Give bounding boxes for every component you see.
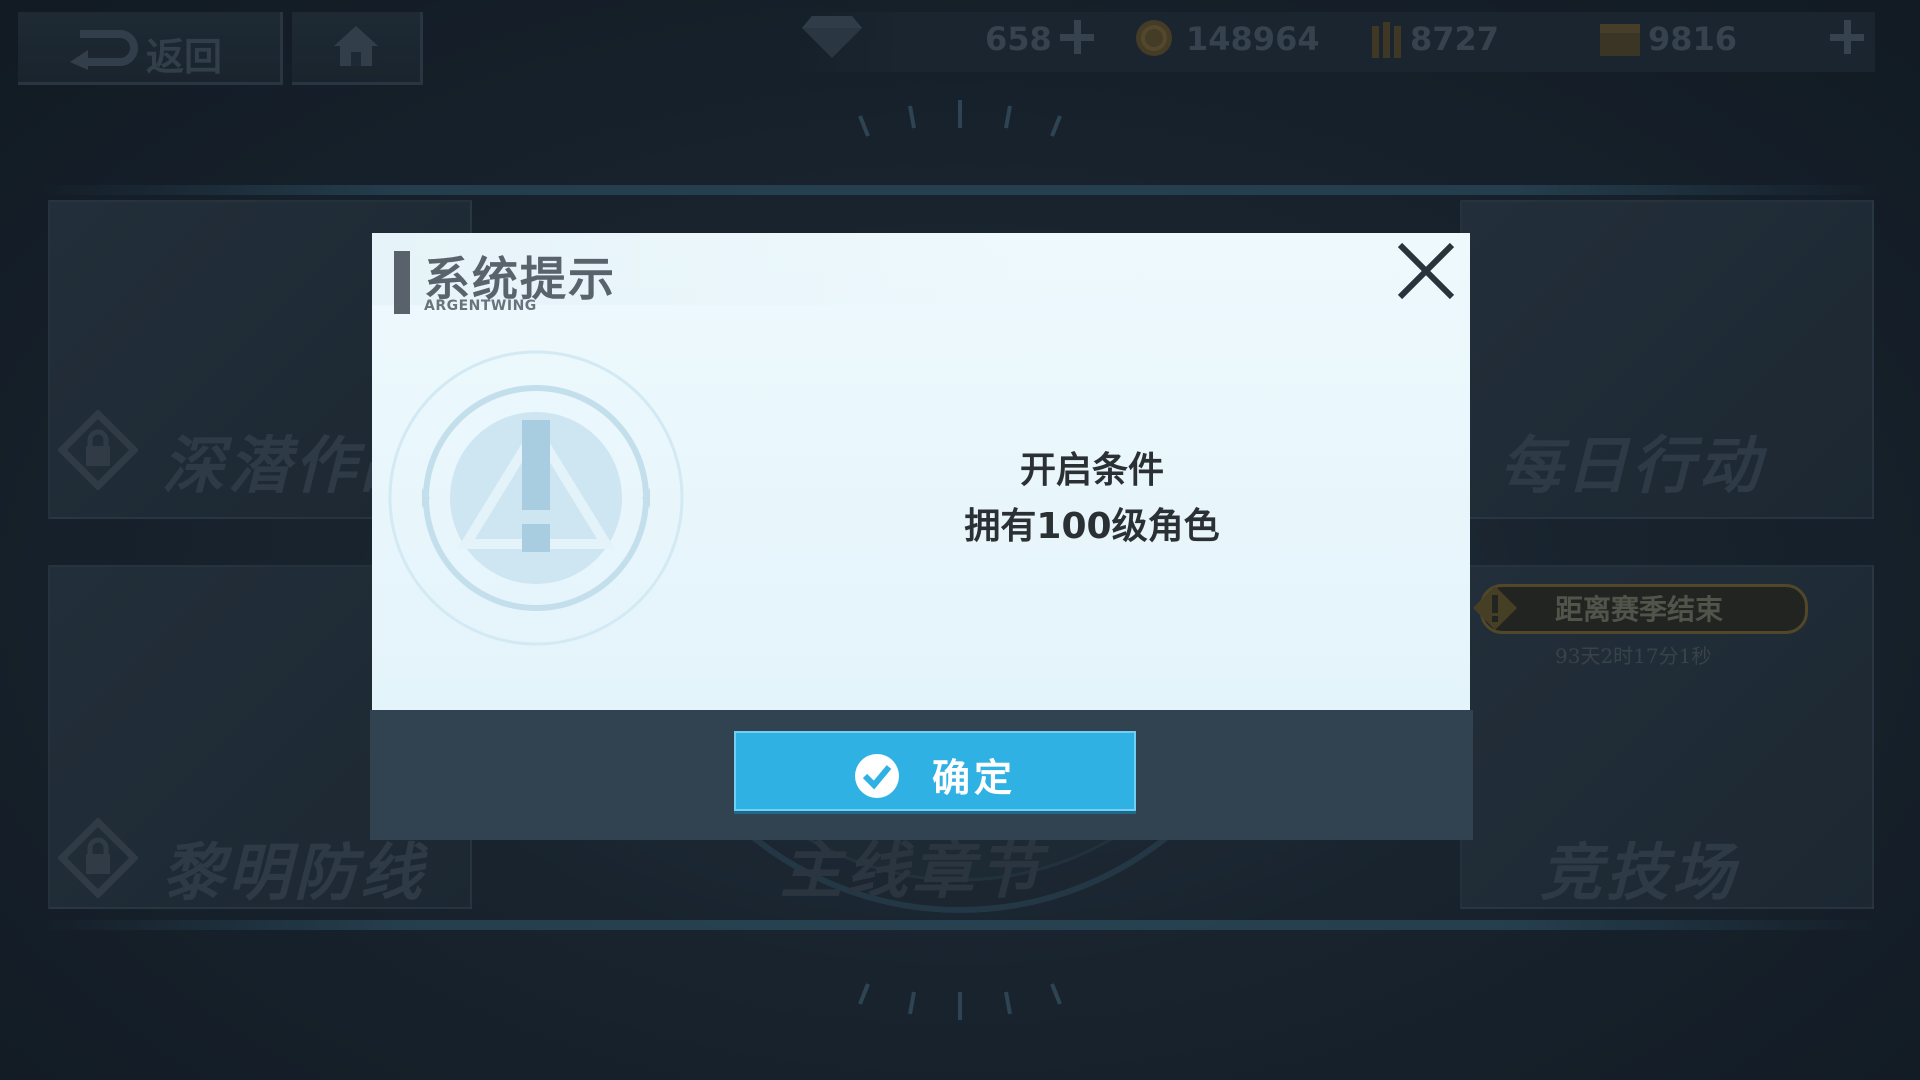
warning-emblem-icon [388, 350, 684, 646]
condition-heading: 开启条件 [1019, 450, 1164, 491]
dialog-subtitle: ARGENTWING [424, 298, 537, 314]
condition-text: 拥有100级角色 [964, 506, 1220, 547]
dialog-message: 开启条件 拥有100级角色 [812, 443, 1372, 555]
system-prompt-dialog: 系统提示 ARGENTWING 开启条件 拥有100级角色 [372, 233, 1470, 710]
confirm-label: 确定 [932, 756, 1017, 800]
confirm-button[interactable]: 确定 [734, 731, 1136, 811]
title-accent-bar [394, 251, 410, 314]
close-icon[interactable] [1394, 239, 1458, 303]
check-icon [855, 754, 899, 798]
